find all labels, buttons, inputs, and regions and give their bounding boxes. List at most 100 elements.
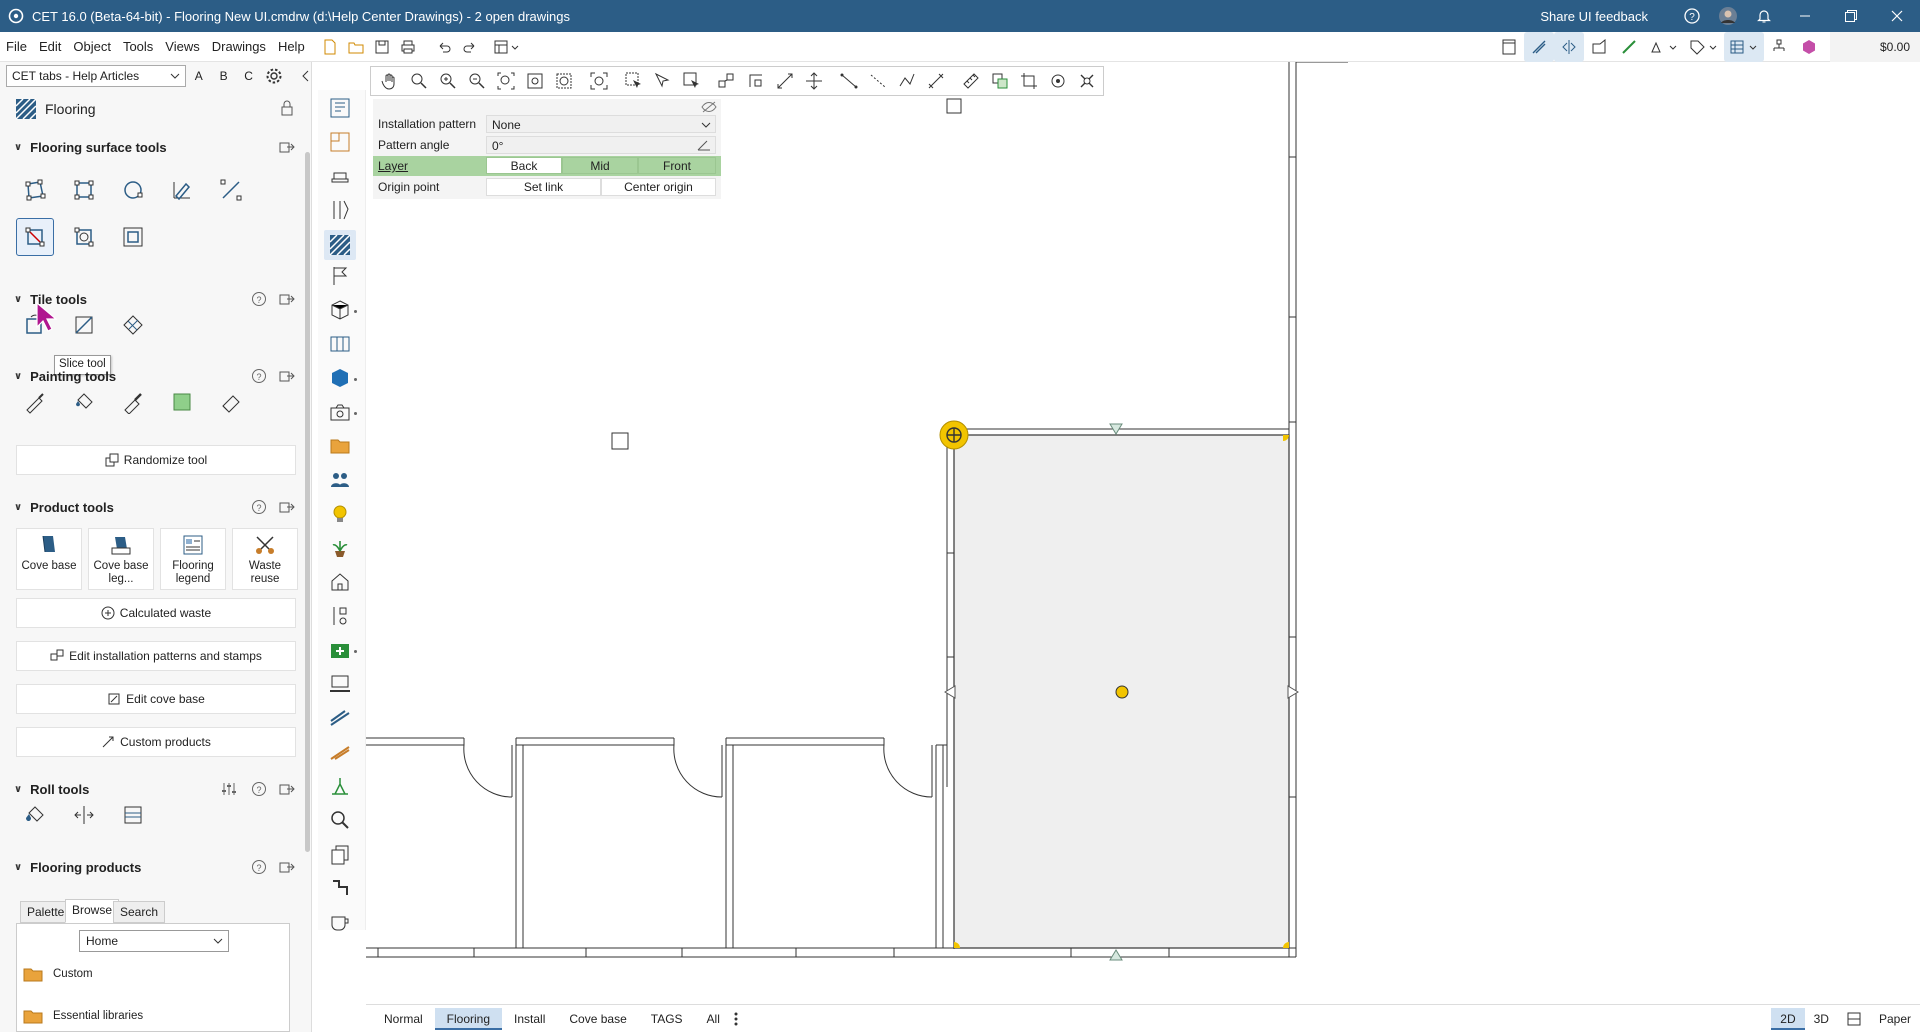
tab-tags[interactable]: TAGS [639,1008,695,1030]
coffee-icon[interactable] [328,910,352,934]
center-origin-button[interactable]: Center origin [601,178,716,196]
help-circle-icon[interactable]: ? [250,780,268,798]
edit-shape-tool-icon[interactable] [163,171,201,209]
circle-tool-icon[interactable] [114,171,152,209]
print-icon[interactable] [395,32,421,62]
select-region-icon[interactable] [677,67,706,95]
mirror-icon[interactable] [1554,32,1584,62]
letter-a-button[interactable]: A [186,69,211,83]
menu-views[interactable]: Views [159,32,205,62]
split-tool-icon[interactable] [212,171,250,209]
zoom-in-icon[interactable] [433,67,462,95]
polygon-tool-icon[interactable] [16,171,54,209]
close-toolbar-icon[interactable] [1072,67,1101,95]
search-icon[interactable] [328,808,352,832]
user-avatar[interactable] [1710,0,1746,32]
zoom-extents-icon[interactable] [491,67,520,95]
custom-products-button[interactable]: Custom products [16,727,296,757]
popout-icon[interactable] [278,498,296,516]
select-icon[interactable] [619,67,648,95]
flag-icon[interactable] [328,264,352,288]
set-link-button[interactable]: Set link [486,178,601,196]
polyline-icon[interactable] [892,67,921,95]
tag-dropdown-icon[interactable] [1684,32,1724,62]
section-product-tools[interactable]: ∨ Product tools [14,497,114,517]
rectangle-tool-icon[interactable] [65,171,103,209]
roll-layout-tool-icon[interactable] [114,796,152,834]
move-icon[interactable] [799,67,828,95]
waste-reuse-tile[interactable]: Waste reuse [232,528,298,590]
view-3d-button[interactable]: 3D [1805,1008,1838,1030]
view-paper-button[interactable]: Paper [1870,1008,1920,1030]
crop-icon[interactable] [1014,67,1043,95]
dashed-line-icon[interactable] [863,67,892,95]
redo-icon[interactable] [457,32,483,62]
cet-tabs-select[interactable]: CET tabs - Help Articles [6,65,187,87]
collapse-panel-icon[interactable] [301,70,311,82]
help-circle-icon[interactable]: ? [250,367,268,385]
pan-hand-icon[interactable] [375,67,404,95]
menu-edit[interactable]: Edit [33,32,67,62]
align-icon[interactable] [712,67,741,95]
tab-search[interactable]: Search [113,901,166,923]
section-flooring-products[interactable]: ∨ Flooring products [14,857,141,877]
edit-cove-base-button[interactable]: Edit cove base [16,684,296,714]
view-2d-button[interactable]: 2D [1771,1008,1805,1030]
tile-pattern-tool-icon[interactable] [114,306,152,344]
color-swatch-icon[interactable] [163,383,201,421]
help-circle-icon[interactable]: ? [250,858,268,876]
popout-icon[interactable] [278,780,296,798]
roll-fill-tool-icon[interactable] [16,796,54,834]
drawing-canvas[interactable] [366,62,1920,1004]
notification-bell-icon[interactable] [1746,0,1782,32]
menu-file[interactable]: File [0,32,33,62]
menu-tools[interactable]: Tools [117,32,159,62]
inset-tool-icon[interactable] [65,218,103,256]
flooring-legend-tile[interactable]: Flooring legend [160,528,226,590]
zoom-out-icon[interactable] [462,67,491,95]
lock-icon[interactable] [280,100,294,116]
wide-brush-tool-icon[interactable] [114,383,152,421]
help-circle-icon[interactable]: ? [250,290,268,308]
catalog-icon[interactable] [328,96,352,120]
popout-icon[interactable] [278,290,296,308]
focus-icon[interactable] [584,67,613,95]
popout-icon[interactable] [278,138,296,156]
letter-c-button[interactable]: C [236,69,261,83]
network-icon[interactable] [1764,32,1794,62]
slice-tool-icon[interactable] [16,218,54,256]
new-file-icon[interactable] [317,32,343,62]
sliders-icon[interactable] [220,780,238,798]
render-icon[interactable] [1043,67,1072,95]
zoom-selection-icon[interactable] [520,67,549,95]
cove-base-tile[interactable]: Cove base [16,528,82,590]
eraser-tool-icon[interactable] [212,383,250,421]
letter-b-button[interactable]: B [211,69,236,83]
roll-seam-tool-icon[interactable] [65,796,103,834]
save-icon[interactable] [369,32,395,62]
layer-front-button[interactable]: Front [638,157,716,174]
tab-flooring[interactable]: Flooring [434,1007,503,1030]
fill-tool-icon[interactable] [65,383,103,421]
menu-object[interactable]: Object [67,32,117,62]
tab-cove-base[interactable]: Cove base [557,1008,638,1030]
split-view-icon[interactable] [1838,1011,1870,1027]
tab-install[interactable]: Install [502,1008,557,1030]
menu-help[interactable]: Help [272,32,311,62]
floor-plan-drawing[interactable] [366,62,1920,1004]
tab-browse[interactable]: Browse [65,899,120,923]
close-button[interactable] [1874,0,1920,32]
layout-dropdown-icon[interactable] [491,32,525,62]
minimize-button[interactable] [1782,0,1828,32]
layer-mid-button[interactable]: Mid [562,157,638,174]
popout-icon[interactable] [278,367,296,385]
sketchup-icon[interactable] [328,366,352,390]
menu-drawings[interactable]: Drawings [206,32,272,62]
table-dropdown-icon[interactable] [1724,32,1764,62]
camera-icon[interactable] [328,400,352,424]
line-icon[interactable] [834,67,863,95]
house-icon[interactable] [328,570,352,594]
copy-icon[interactable] [328,842,352,866]
help-circle-icon[interactable]: ? [250,498,268,516]
snap-icon[interactable] [1524,32,1554,62]
